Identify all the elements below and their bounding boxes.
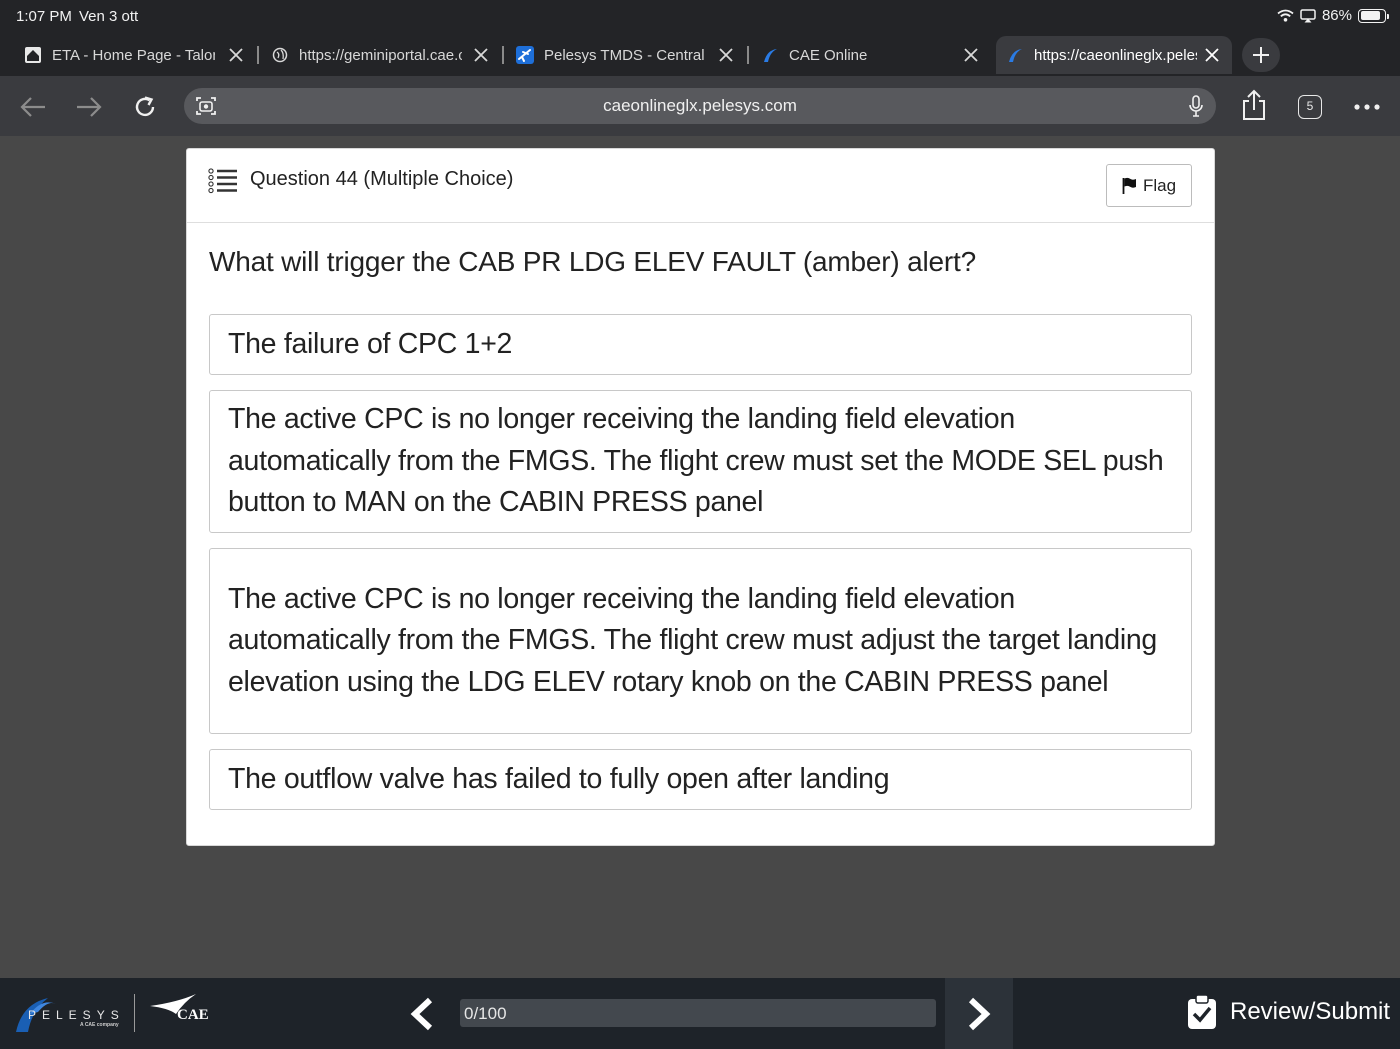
tab-pelesys-tmds[interactable]: Pelesys TMDS - Central <box>516 36 736 74</box>
cae-wordmark: CAE <box>177 1007 209 1023</box>
review-submit-button[interactable]: Review/Submit <box>1186 994 1390 1030</box>
chevron-right-icon <box>968 997 991 1030</box>
close-tab-icon[interactable] <box>961 45 981 65</box>
logo-divider <box>134 994 135 1032</box>
answer-option-1[interactable]: The failure of CPC 1+2 <box>209 314 1192 375</box>
pelesys-wordmark: PELESYS <box>28 1008 125 1022</box>
tab-separator <box>257 46 259 64</box>
microphone-icon[interactable] <box>1188 95 1204 117</box>
exam-footer: PELESYS A CAE company CAE 0/100 Review/S… <box>0 978 1400 1049</box>
tab-title: ETA - Home Page - Talon <box>52 46 215 64</box>
arrow-left-icon <box>20 97 45 117</box>
pelesys-favicon-icon <box>761 46 779 64</box>
close-tab-icon[interactable] <box>471 45 491 65</box>
tab-title: https://caeonlineglx.pelesys.com <box>1034 46 1197 64</box>
wifi-icon <box>1277 9 1294 22</box>
browser-chrome: 1:07 PM Ven 3 ott 86% ETA - Home Page - … <box>0 0 1400 136</box>
browser-toolbar: caeonlineglx.pelesys.com 5 <box>0 76 1400 136</box>
plus-icon <box>1253 47 1269 63</box>
tab-caeonlineglx[interactable]: https://caeonlineglx.pelesys.com <box>996 36 1232 74</box>
question-list-icon[interactable] <box>208 168 238 194</box>
tab-overview-button[interactable]: 5 <box>1298 95 1322 119</box>
reload-button[interactable] <box>130 92 160 122</box>
airplane-favicon-icon <box>516 46 534 64</box>
answer-option-3[interactable]: The active CPC is no longer receiving th… <box>209 548 1192 734</box>
share-icon <box>1243 89 1265 120</box>
arrow-right-icon <box>77 97 102 117</box>
forward-button[interactable] <box>74 92 104 122</box>
question-text: What will trigger the CAB PR LDG ELEV FA… <box>209 246 976 277</box>
chevron-left-icon <box>410 997 433 1031</box>
new-tab-button[interactable] <box>1242 38 1280 72</box>
progress-text: 0/100 <box>464 1004 507 1023</box>
question-header: Question 44 (Multiple Choice) Flag <box>187 149 1214 223</box>
tab-bar: ETA - Home Page - Talon https://geminipo… <box>0 36 1400 76</box>
status-bar: 1:07 PM Ven 3 ott 86% <box>0 0 1400 34</box>
more-menu-button[interactable] <box>1352 92 1382 122</box>
tab-title: Pelesys TMDS - Central <box>544 46 705 64</box>
url-text: caeonlineglx.pelesys.com <box>603 96 797 115</box>
clipboard-check-icon <box>1188 994 1216 1029</box>
question-number-label: Question 44 (Multiple Choice) <box>250 168 514 190</box>
previous-question-button[interactable] <box>400 992 444 1036</box>
tab-geminiportal[interactable]: https://geminiportal.cae.com <box>271 36 491 74</box>
tab-separator <box>502 46 504 64</box>
tab-eta-home[interactable]: ETA - Home Page - Talon <box>24 36 246 74</box>
close-tab-icon[interactable] <box>226 45 246 65</box>
status-time: 1:07 PM <box>16 8 72 25</box>
flag-icon <box>1122 177 1136 194</box>
close-tab-icon[interactable] <box>1202 45 1222 65</box>
back-button[interactable] <box>18 92 48 122</box>
battery-icon <box>1358 8 1389 23</box>
tab-title: CAE Online <box>789 46 868 64</box>
share-button[interactable] <box>1239 89 1269 120</box>
status-indicators: 86% <box>1277 7 1389 24</box>
next-question-button[interactable] <box>945 978 1013 1049</box>
tab-separator <box>747 46 749 64</box>
status-date: Ven 3 ott <box>79 8 139 25</box>
tab-cae-online[interactable]: CAE Online <box>761 36 981 74</box>
pelesys-favicon-icon <box>1006 46 1024 64</box>
question-card: Question 44 (Multiple Choice) Flag What … <box>186 148 1215 846</box>
progress-bar: 0/100 <box>460 999 936 1027</box>
address-bar[interactable]: caeonlineglx.pelesys.com <box>184 88 1216 124</box>
flag-label: Flag <box>1142 175 1177 195</box>
answer-option-4[interactable]: The outflow valve has failed to fully op… <box>209 749 1192 810</box>
close-tab-icon[interactable] <box>716 45 736 65</box>
more-dots-icon <box>1354 104 1380 110</box>
answer-option-2[interactable]: The active CPC is no longer receiving th… <box>209 390 1192 533</box>
screen-mirror-icon <box>1300 8 1316 22</box>
home-favicon-icon <box>24 46 42 64</box>
flag-button[interactable]: Flag <box>1106 164 1192 207</box>
reload-icon <box>135 96 155 117</box>
pelesys-tagline: A CAE company <box>80 1022 119 1028</box>
battery-percent: 86% <box>1321 7 1352 24</box>
review-submit-label: Review/Submit <box>1230 998 1391 1025</box>
tab-title: https://geminiportal.cae.com <box>299 46 462 64</box>
globe-icon <box>271 46 289 64</box>
